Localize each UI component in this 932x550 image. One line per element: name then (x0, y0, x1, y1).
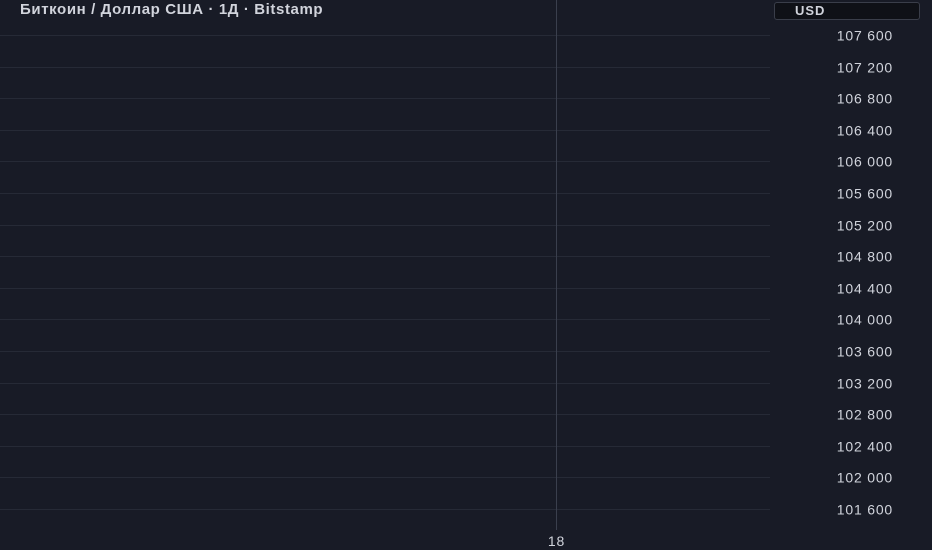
y-tick-label: 104 800 (837, 249, 893, 265)
chart-plot[interactable]: 107 600 107 200 106 800 106 400 106 000 105 6… (0, 0, 932, 550)
y-tick-label: 107 600 (837, 28, 893, 44)
y-tick-label: 102 800 (837, 407, 893, 423)
y-tick-label: 103 600 (837, 344, 893, 360)
y-tick-label: 106 800 (837, 91, 893, 107)
y-axis-labels: 107 600 107 200 106 800 106 400 106 000 105 6… (837, 28, 893, 518)
chart-root: 107 600 107 200 106 800 106 400 106 000 105 6… (0, 0, 932, 550)
x-tick-label: 18 (548, 533, 565, 549)
grid-lines (0, 35, 770, 510)
y-tick-label: 105 600 (837, 186, 893, 202)
currency-selector[interactable]: USD (774, 2, 920, 20)
y-tick-label: 107 200 (837, 60, 893, 76)
y-tick-label: 102 400 (837, 439, 893, 455)
y-tick-label: 105 200 (837, 218, 893, 234)
x-axis-labels: 18 (548, 533, 565, 549)
y-tick-label: 106 000 (837, 154, 893, 170)
y-tick-label: 104 400 (837, 281, 893, 297)
y-tick-label: 101 600 (837, 502, 893, 518)
y-tick-label: 103 200 (837, 376, 893, 392)
y-tick-label: 102 000 (837, 470, 893, 486)
y-tick-label: 106 400 (837, 123, 893, 139)
chart-title: Биткоин / Доллар США · 1Д · Bitstamp (20, 1, 324, 18)
y-tick-label: 104 000 (837, 312, 893, 328)
